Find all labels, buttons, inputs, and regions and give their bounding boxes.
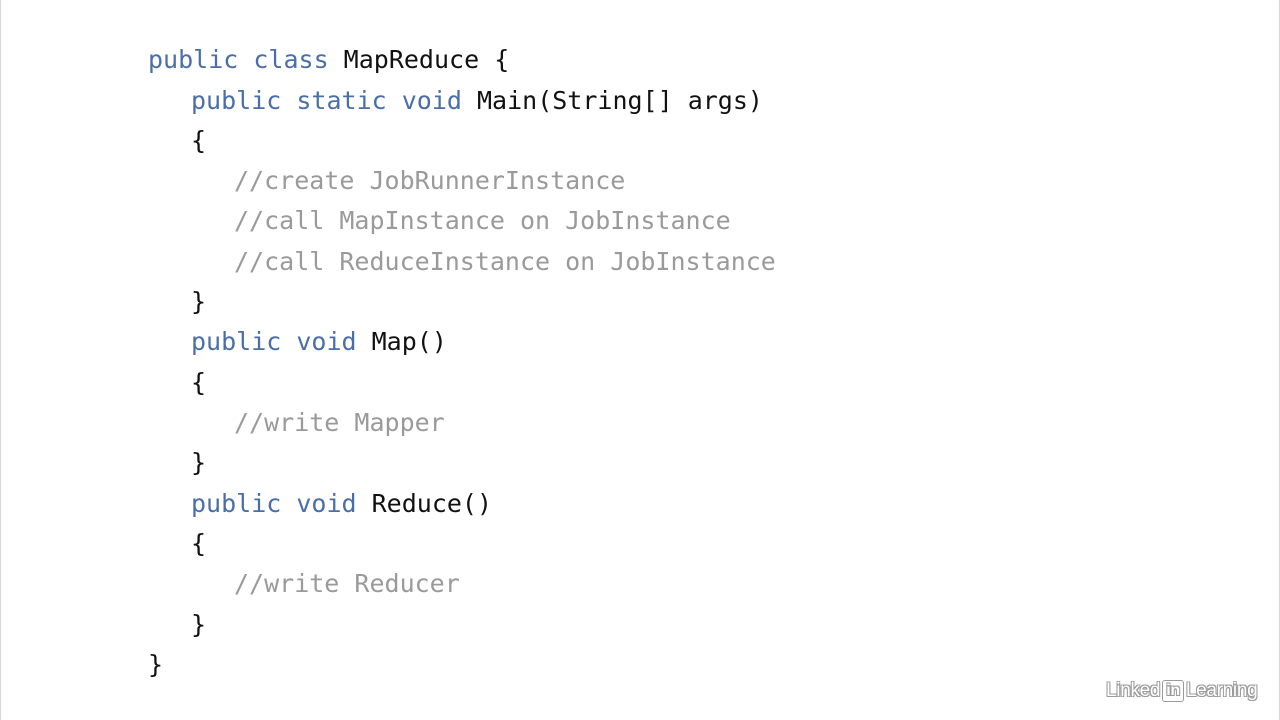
reduce-method-keywords: public void	[191, 489, 372, 518]
slide: public class MapReduce { public static v…	[0, 0, 1280, 720]
reduce-method-open-brace: {	[191, 529, 207, 558]
class-open-brace: {	[479, 45, 510, 74]
class-name: MapReduce	[343, 45, 480, 74]
watermark-in-logo: in	[1162, 680, 1184, 702]
main-method-keywords: public static void	[191, 86, 477, 115]
code-block: public class MapReduce { public static v…	[0, 0, 1280, 720]
class-declaration-line: public class MapReduce {	[148, 45, 509, 75]
main-comment-call-map: //call MapInstance on JobInstance	[234, 206, 731, 235]
main-method-signature: Main(String[] args)	[476, 86, 763, 115]
map-comment-write-mapper: //write Mapper	[234, 408, 445, 437]
watermark-learning-text: Learning	[1185, 680, 1258, 701]
main-comment-call-reduce: //call ReduceInstance on JobInstance	[234, 247, 776, 276]
reduce-method-declaration-line: public void Reduce()	[191, 489, 492, 519]
main-comment-create-jobrunner: //create JobRunnerInstance	[234, 166, 626, 195]
map-method-open-brace: {	[191, 368, 207, 397]
main-method-open-brace: {	[191, 126, 207, 155]
linkedin-learning-watermark: Linked in Learning	[1106, 678, 1258, 704]
class-close-brace: }	[148, 650, 164, 679]
map-method-declaration-line: public void Map()	[191, 327, 447, 357]
class-keywords: public class	[148, 45, 344, 74]
main-method-declaration-line: public static void Main(String[] args)	[191, 86, 763, 116]
map-method-signature: Map()	[371, 327, 447, 356]
reduce-comment-write-reducer: //write Reducer	[234, 569, 460, 598]
watermark-linked-text: Linked	[1106, 680, 1161, 701]
reduce-method-close-brace: }	[191, 610, 207, 639]
main-method-close-brace: }	[191, 287, 207, 316]
map-method-close-brace: }	[191, 448, 207, 477]
reduce-method-signature: Reduce()	[371, 489, 493, 518]
map-method-keywords: public void	[191, 327, 372, 356]
